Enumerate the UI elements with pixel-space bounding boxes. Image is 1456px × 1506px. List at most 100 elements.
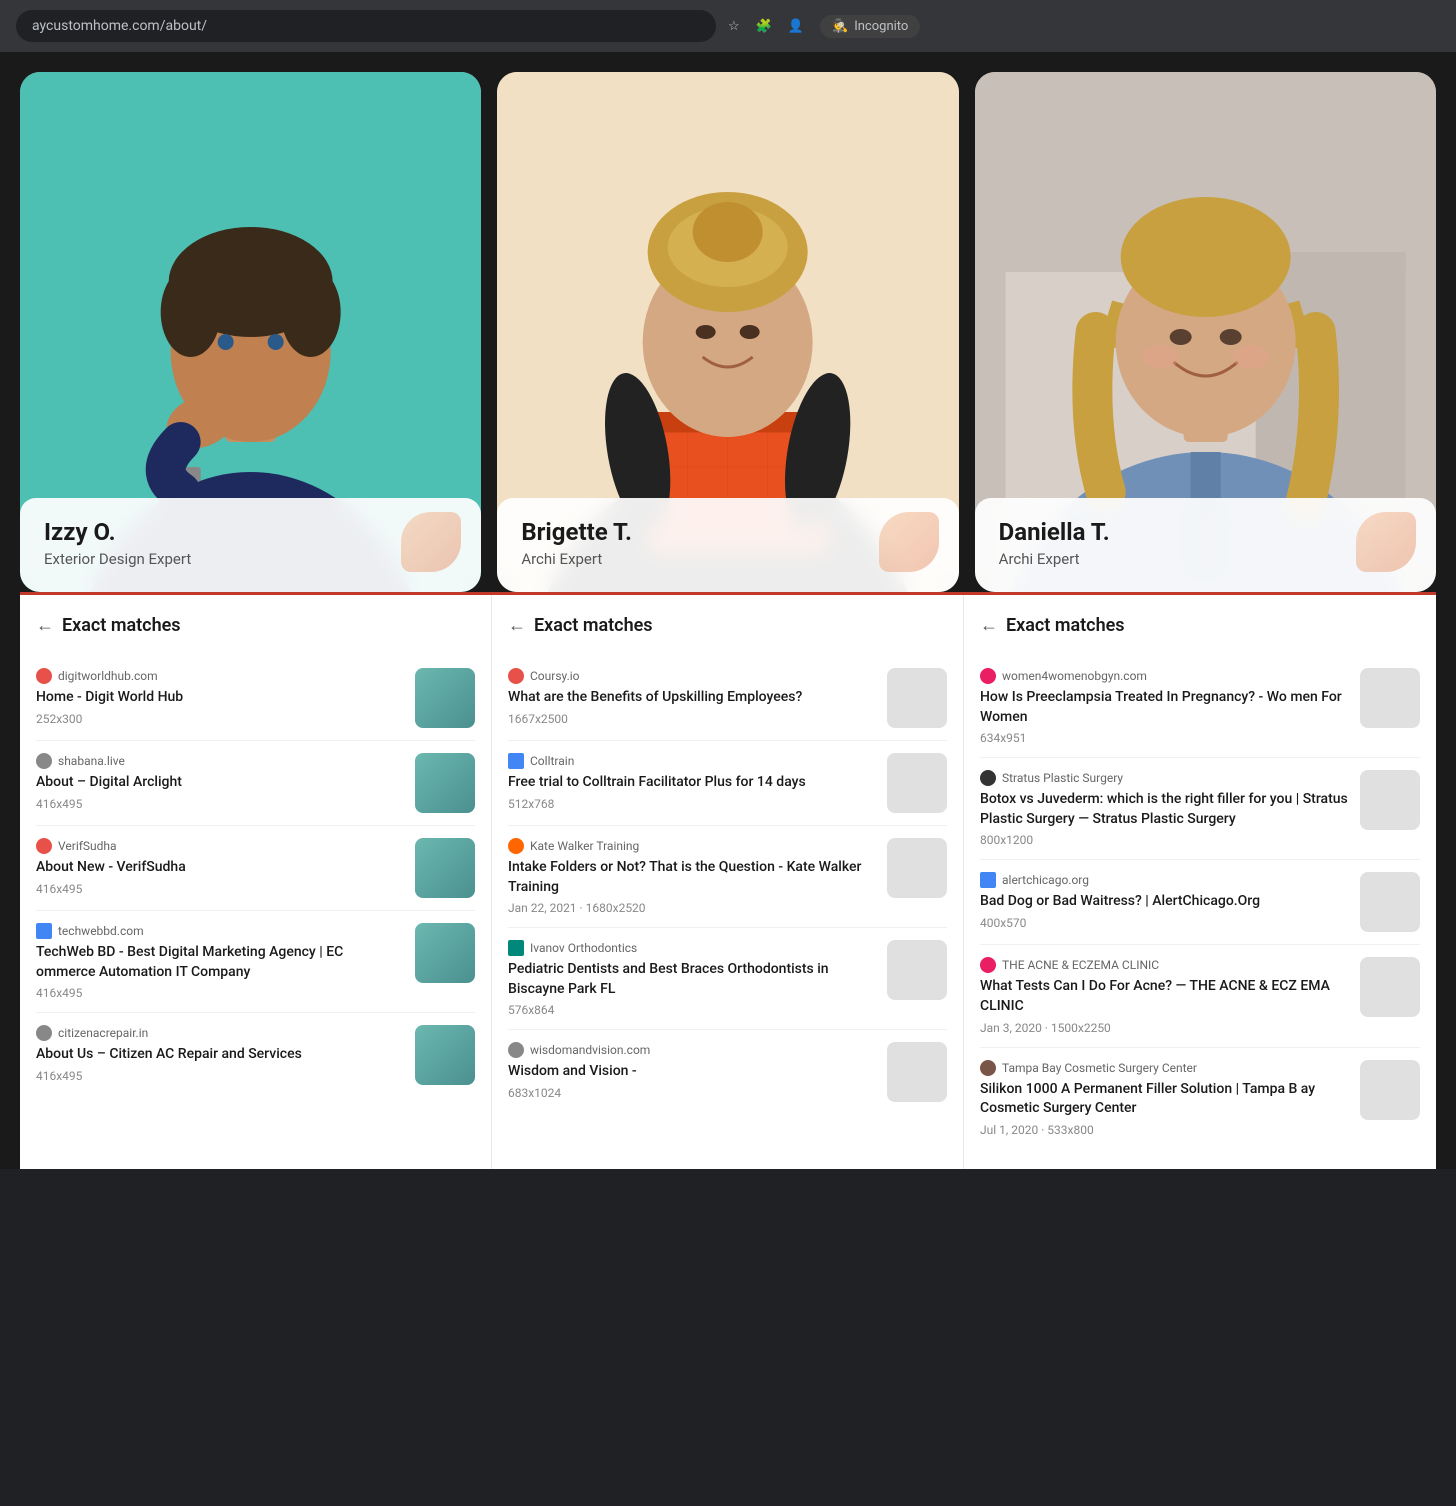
source-name: wisdomandvision.com [530, 1043, 650, 1057]
result-title: Pediatric Dentists and Best Braces Ortho… [508, 960, 875, 999]
result-thumbnail [415, 923, 475, 983]
result-item[interactable]: Stratus Plastic Surgery Botox vs Juveder… [980, 758, 1420, 860]
profile-card-daniella[interactable]: Daniella T. Archi Expert [975, 72, 1436, 592]
incognito-icon: 🕵 [832, 19, 848, 34]
column-2-title: Exact matches [534, 615, 653, 636]
result-title: What are the Benefits of Upskilling Empl… [508, 688, 875, 708]
result-source: citizenacrepair.in [36, 1025, 403, 1041]
favicon-icon [508, 940, 524, 956]
result-item[interactable]: digitworldhub.com Home - Digit World Hub… [36, 656, 475, 741]
browser-chrome: aycustomhome.com/about/ ☆ 🧩 👤 🕵 Incognit… [0, 0, 1456, 52]
star-icon[interactable]: ☆ [728, 19, 740, 34]
result-item[interactable]: Colltrain Free trial to Colltrain Facili… [508, 741, 947, 826]
main-content: Izzy O. Exterior Design Expert [0, 52, 1456, 1169]
source-name: Coursy.io [530, 669, 580, 683]
result-item[interactable]: Kate Walker Training Intake Folders or N… [508, 826, 947, 928]
result-item[interactable]: techwebbd.com TechWeb BD - Best Digital … [36, 911, 475, 1013]
result-title: How Is Preeclampsia Treated In Pregnancy… [980, 688, 1348, 727]
favicon-icon [980, 872, 996, 888]
result-item[interactable]: Tampa Bay Cosmetic Surgery Center Siliko… [980, 1048, 1420, 1149]
url-text: aycustomhome.com/about/ [32, 18, 207, 34]
column-3-title: Exact matches [1006, 615, 1125, 636]
profile-label-daniella: Daniella T. Archi Expert [975, 498, 1436, 592]
result-source: techwebbd.com [36, 923, 403, 939]
back-arrow-1[interactable]: ← [36, 615, 54, 636]
source-name: Ivanov Orthodontics [530, 941, 637, 955]
source-name: techwebbd.com [58, 924, 144, 938]
favicon-icon [508, 1042, 524, 1058]
result-item[interactable]: shabana.live About – Digital Arclight 41… [36, 741, 475, 826]
result-info: digitworldhub.com Home - Digit World Hub… [36, 668, 403, 726]
result-item[interactable]: THE ACNE & ECZEMA CLINIC What Tests Can … [980, 945, 1420, 1047]
result-thumbnail [1360, 770, 1420, 830]
result-item[interactable]: Ivanov Orthodontics Pediatric Dentists a… [508, 928, 947, 1030]
profile-card-izzy[interactable]: Izzy O. Exterior Design Expert [20, 72, 481, 592]
result-meta: 416x495 [36, 986, 403, 1000]
result-info: citizenacrepair.in About Us – Citizen AC… [36, 1025, 403, 1083]
result-item[interactable]: alertchicago.org Bad Dog or Bad Waitress… [980, 860, 1420, 945]
result-meta: 416x495 [36, 882, 403, 896]
result-meta: 400x570 [980, 916, 1348, 930]
result-meta: Jul 1, 2020 · 533x800 [980, 1123, 1348, 1137]
result-item[interactable]: Coursy.io What are the Benefits of Upski… [508, 656, 947, 741]
favicon-icon [980, 1060, 996, 1076]
result-thumbnail [887, 668, 947, 728]
result-title: Free trial to Colltrain Facilitator Plus… [508, 773, 875, 793]
result-meta: Jan 22, 2021 · 1680x2520 [508, 901, 875, 915]
favicon-icon [36, 1025, 52, 1041]
result-info: THE ACNE & ECZEMA CLINIC What Tests Can … [980, 957, 1348, 1034]
source-name: Tampa Bay Cosmetic Surgery Center [1002, 1061, 1197, 1075]
profile-role-brigette: Archi Expert [521, 550, 934, 568]
result-thumbnail [887, 838, 947, 898]
extension-icon[interactable]: 🧩 [756, 19, 772, 34]
profile-label-brigette: Brigette T. Archi Expert [497, 498, 958, 592]
source-name: VerifSudha [58, 839, 117, 853]
source-name: citizenacrepair.in [58, 1026, 148, 1040]
result-meta: 634x951 [980, 731, 1348, 745]
column-1-title: Exact matches [62, 615, 181, 636]
url-bar[interactable]: aycustomhome.com/about/ [16, 10, 716, 42]
source-name: Colltrain [530, 754, 574, 768]
profile-card-brigette[interactable]: Brigette T. Archi Expert [497, 72, 958, 592]
profiles-section: Izzy O. Exterior Design Expert [20, 72, 1436, 592]
source-name: Kate Walker Training [530, 839, 639, 853]
result-thumbnail [415, 838, 475, 898]
search-column-1: ← Exact matches digitworldhub.com Home -… [20, 595, 492, 1169]
result-item[interactable]: women4womenobgyn.com How Is Preeclampsia… [980, 656, 1420, 758]
incognito-indicator: 🕵 Incognito [820, 15, 920, 38]
profile-name-brigette: Brigette T. [521, 518, 934, 546]
source-name: THE ACNE & ECZEMA CLINIC [1002, 958, 1159, 972]
result-meta: 576x864 [508, 1003, 875, 1017]
result-title: Wisdom and Vision - [508, 1062, 875, 1082]
result-info: Colltrain Free trial to Colltrain Facili… [508, 753, 875, 811]
profile-icon[interactable]: 👤 [788, 19, 804, 34]
favicon-icon [508, 753, 524, 769]
result-source: Stratus Plastic Surgery [980, 770, 1348, 786]
result-info: Tampa Bay Cosmetic Surgery Center Siliko… [980, 1060, 1348, 1137]
result-item[interactable]: wisdomandvision.com Wisdom and Vision - … [508, 1030, 947, 1114]
source-name: digitworldhub.com [58, 669, 158, 683]
search-column-2: ← Exact matches Coursy.io What are the B… [492, 595, 964, 1169]
back-arrow-3[interactable]: ← [980, 615, 998, 636]
result-info: techwebbd.com TechWeb BD - Best Digital … [36, 923, 403, 1000]
result-item[interactable]: VerifSudha About New - VerifSudha 416x49… [36, 826, 475, 911]
result-thumbnail [887, 1042, 947, 1102]
result-source: alertchicago.org [980, 872, 1348, 888]
back-arrow-2[interactable]: ← [508, 615, 526, 636]
profile-role-izzy: Exterior Design Expert [44, 550, 457, 568]
result-meta: 683x1024 [508, 1086, 875, 1100]
result-thumbnail [1360, 1060, 1420, 1120]
result-title: Bad Dog or Bad Waitress? | AlertChicago.… [980, 892, 1348, 912]
source-name: shabana.live [58, 754, 125, 768]
result-title: About New - VerifSudha [36, 858, 403, 878]
result-meta: 416x495 [36, 797, 403, 811]
result-source: VerifSudha [36, 838, 403, 854]
result-meta: 252x300 [36, 712, 403, 726]
result-info: Kate Walker Training Intake Folders or N… [508, 838, 875, 915]
result-item[interactable]: citizenacrepair.in About Us – Citizen AC… [36, 1013, 475, 1097]
result-title: TechWeb BD - Best Digital Marketing Agen… [36, 943, 403, 982]
result-title: Home - Digit World Hub [36, 688, 403, 708]
source-name: Stratus Plastic Surgery [1002, 771, 1123, 785]
profile-name-izzy: Izzy O. [44, 518, 457, 546]
result-thumbnail [887, 940, 947, 1000]
